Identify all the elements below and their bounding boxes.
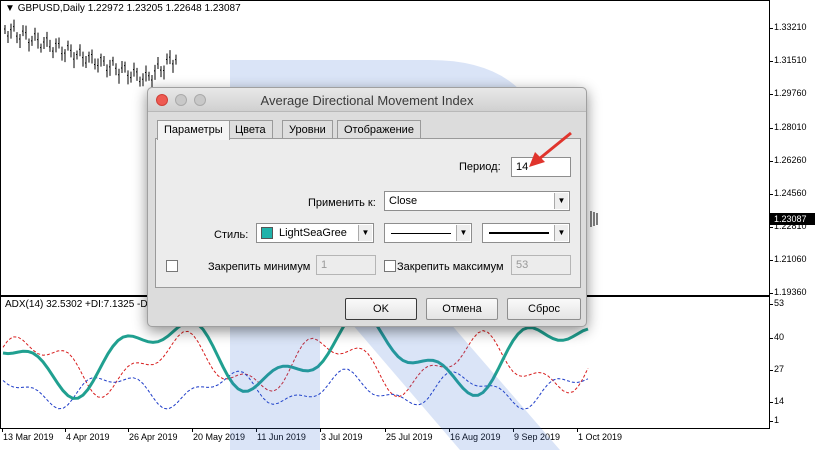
parameters-panel: Период: 14 Применить к: Close ▼ Стиль: L… (155, 138, 581, 288)
tab-levels[interactable]: Уровни (282, 120, 333, 139)
symbol-quote-text: GBPUSD,Daily 1.22972 1.23205 1.22648 1.2… (17, 3, 241, 14)
price-tick-label: 1.33210 (770, 22, 807, 32)
time-tick-label: 9 Sep 2019 (512, 429, 561, 442)
price-tick-label: 1.29760 (770, 88, 807, 98)
color-swatch (261, 227, 273, 239)
dialog-title: Average Directional Movement Index (260, 93, 474, 108)
fix-minimum-label: Закрепить минимум (208, 261, 311, 273)
price-axis: 1.33210 1.31510 1.29760 1.28010 1.26260 1.245… (770, 0, 815, 297)
price-chart-title: ▼ GBPUSD,Daily 1.22972 1.23205 1.22648 1… (5, 3, 241, 14)
period-label: Период: (459, 161, 501, 173)
time-tick-label: 4 Apr 2019 (65, 429, 110, 442)
chevron-down-icon: ▼ (554, 193, 568, 209)
fix-minimum-input[interactable]: 1 (316, 255, 376, 275)
time-tick-label: 13 Mar 2019 (2, 429, 54, 442)
reset-button[interactable]: Сброс (507, 298, 581, 320)
time-tick-label: 16 Aug 2019 (449, 429, 501, 442)
fix-minimum-checkbox[interactable] (166, 260, 178, 272)
time-tick-label: 3 Jul 2019 (320, 429, 363, 442)
tab-display[interactable]: Отображение (337, 120, 421, 139)
thin-line-sample (391, 233, 451, 234)
adx-indicator-title: ADX(14) 32.5302 +DI:7.1325 -DI (5, 299, 151, 310)
red-arrow-annotation (529, 131, 572, 167)
time-axis: 13 Mar 2019 4 Apr 2019 26 Apr 2019 20 May 2… (0, 429, 770, 449)
fix-maximum-checkbox[interactable] (384, 260, 396, 272)
time-tick-label: 11 Jun 2019 (256, 429, 306, 442)
price-tick-label: 1.28010 (770, 122, 807, 132)
style-label: Стиль: (214, 229, 249, 241)
cancel-button[interactable]: Отмена (426, 298, 498, 320)
fix-maximum-label: Закрепить максимум (397, 261, 504, 273)
terminal-window: ▼ GBPUSD,Daily 1.22972 1.23205 1.22648 1… (0, 0, 815, 450)
adx-tick-label: 53 (769, 298, 785, 308)
time-tick-label: 25 Jul 2019 (385, 429, 433, 442)
fix-maximum-input[interactable]: 53 (511, 255, 571, 275)
adx-tick-label: 1 (769, 415, 780, 425)
tab-colors[interactable]: Цвета (228, 120, 273, 139)
adx-tick-label: 40 (769, 332, 785, 342)
time-tick-label: 1 Oct 2019 (576, 429, 623, 442)
price-tick-label: 1.26260 (770, 155, 807, 165)
adx-tick-label: 27 (769, 364, 785, 374)
chevron-down-icon: ▼ (456, 225, 470, 241)
chevron-down-icon[interactable]: ▼ (5, 3, 15, 14)
apply-to-label: Применить к: (308, 197, 376, 209)
apply-to-value: Close (389, 195, 418, 207)
line-width-select[interactable]: ▼ (482, 223, 570, 243)
style-color-select[interactable]: LightSeaGree ▼ (256, 223, 374, 243)
apply-to-select[interactable]: Close ▼ (384, 191, 570, 211)
time-tick-label: 20 May 2019 (191, 429, 246, 442)
price-tick-label: 1.24560 (770, 188, 807, 198)
thick-line-sample (489, 232, 549, 234)
dialog-titlebar[interactable]: Average Directional Movement Index (148, 88, 586, 112)
adx-axis: 53 40 27 14 1 (769, 296, 815, 429)
chevron-down-icon: ▼ (554, 225, 568, 241)
adx-tick-label: 14 (769, 396, 785, 406)
ok-button[interactable]: OK (345, 298, 417, 320)
chevron-down-icon: ▼ (358, 225, 372, 241)
line-style-select[interactable]: ▼ (384, 223, 472, 243)
current-price-flag: 1.23087 (770, 213, 815, 225)
price-tick-label: 1.21060 (770, 254, 807, 264)
style-color-name: LightSeaGree (279, 227, 347, 239)
time-tick-label: 26 Apr 2019 (128, 429, 178, 442)
adx-properties-dialog: Average Directional Movement Index Парам… (147, 87, 587, 327)
price-tick-label: 1.31510 (770, 55, 807, 65)
tab-parameters[interactable]: Параметры (157, 120, 230, 140)
